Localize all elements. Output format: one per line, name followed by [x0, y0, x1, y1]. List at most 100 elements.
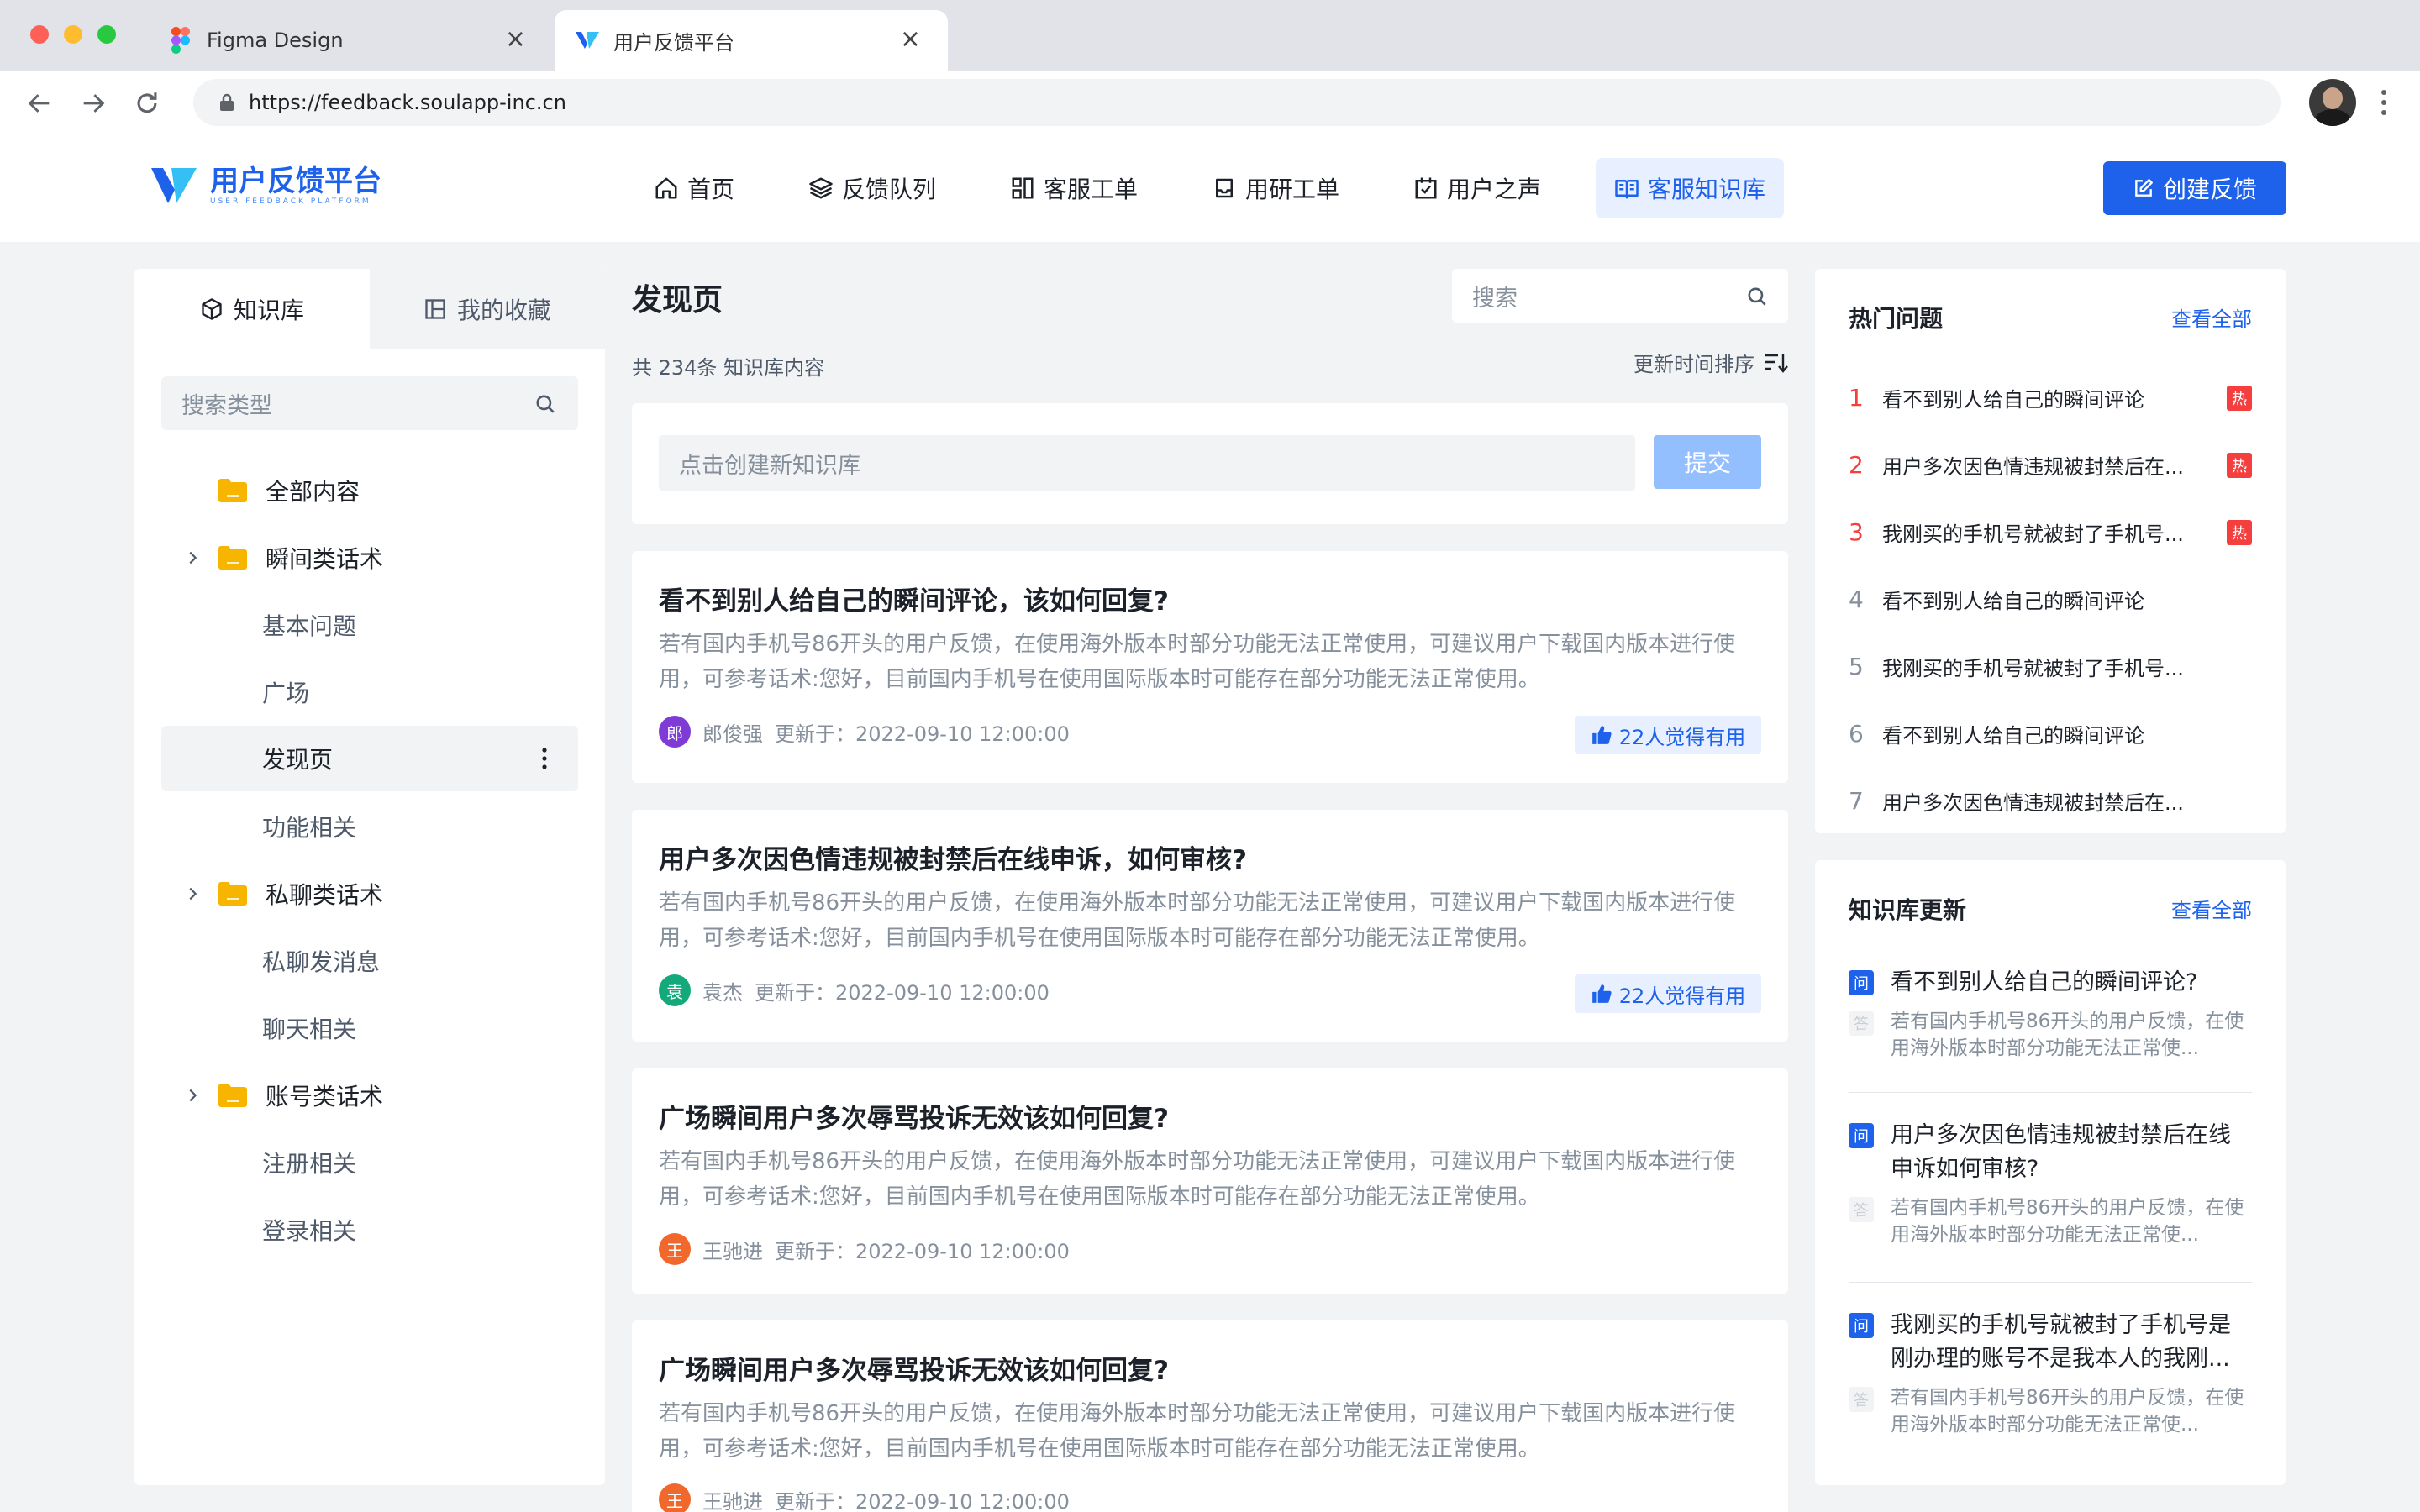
tree-item[interactable]: 注册相关	[161, 1130, 578, 1195]
folder-icon	[218, 546, 247, 570]
tab-my-favorites[interactable]: 我的收藏	[370, 269, 605, 349]
hot-item[interactable]: 6 看不到别人给自己的瞬间评论	[1849, 719, 2252, 748]
hot-item[interactable]: 7 用户多次因色情违规被封禁后在...	[1849, 786, 2252, 816]
update-item[interactable]: 问 我刚买的手机号就被封了手机号是刚办理的账号不是我本人的我刚... 答 若有国…	[1849, 1309, 2252, 1438]
submit-button[interactable]: 提交	[1654, 435, 1761, 489]
article-card[interactable]: 看不到别人给自己的瞬间评论，该如何回复? 若有国内手机号86开头的用户反馈，在使…	[632, 551, 1788, 783]
tree-item[interactable]: 广场	[161, 659, 578, 725]
reload-icon[interactable]	[133, 89, 161, 118]
tree-label: 瞬间类话术	[266, 545, 384, 573]
divider	[1849, 1282, 2252, 1283]
tab-label: Figma Design	[207, 29, 344, 52]
create-knowledge-input[interactable]: 点击创建新知识库	[659, 435, 1635, 491]
article-meta: 王 王驰进 更新于：2022-09-10 12:00:00	[659, 1233, 1070, 1265]
create-feedback-button[interactable]: 创建反馈	[2103, 161, 2286, 215]
home-icon	[655, 177, 677, 199]
url-text: https://feedback.soulapp-inc.cn	[249, 91, 566, 114]
update-item[interactable]: 问 看不到别人给自己的瞬间评论? 答 若有国内手机号86开头的用户反馈，在使用海…	[1849, 966, 2252, 1062]
hot-item[interactable]: 1 看不到别人给自己的瞬间评论 热	[1849, 383, 2252, 412]
tab-label: 知识库	[233, 297, 304, 324]
browser-menu-icon[interactable]	[2378, 87, 2390, 118]
article-excerpt: 若有国内手机号86开头的用户反馈，在使用海外版本时部分功能无法正常使用，可建议用…	[659, 1149, 1736, 1210]
answer-icon: 答	[1849, 1197, 1874, 1222]
hot-badge: 热	[2227, 452, 2252, 478]
browser-tab-figma[interactable]: Figma Design ×	[160, 10, 553, 71]
lock-icon	[220, 93, 234, 111]
nav-feedback-queue[interactable]: 反馈队列	[790, 158, 955, 218]
close-window-button[interactable]	[30, 25, 49, 44]
search-icon[interactable]	[534, 393, 556, 415]
article-title[interactable]: 用户多次因色情违规被封禁后在线申诉，如何审核?	[659, 838, 1247, 876]
article-title[interactable]: 广场瞬间用户多次辱骂投诉无效该如何回复?	[659, 1349, 1169, 1387]
back-icon[interactable]	[25, 89, 54, 118]
useful-button[interactable]: 22人觉得有用	[1575, 716, 1761, 754]
update-question: 用户多次因色情违规被封禁后在线申诉如何审核?	[1891, 1122, 2231, 1182]
view-all-link[interactable]: 查看全部	[2171, 302, 2252, 332]
nav-service-tickets[interactable]: 客服工单	[992, 158, 1156, 218]
main-search-input[interactable]: 搜索	[1452, 269, 1788, 323]
layers-icon	[809, 177, 833, 199]
maximize-window-button[interactable]	[97, 25, 116, 44]
category-search-input[interactable]: 搜索类型	[161, 376, 578, 430]
tree-item[interactable]: 聊天相关	[161, 995, 578, 1061]
figma-icon	[171, 27, 190, 54]
hot-item[interactable]: 2 用户多次因色情违规被封禁后在... 热	[1849, 450, 2252, 480]
chevron-right-icon[interactable]	[183, 885, 202, 903]
tree-item[interactable]: 功能相关	[161, 794, 578, 859]
nav-research-tickets[interactable]: 用研工单	[1193, 158, 1358, 218]
folder-icon	[218, 479, 247, 502]
hot-item[interactable]: 3 我刚买的手机号就被封了手机号... 热	[1849, 517, 2252, 547]
create-feedback-label: 创建反馈	[2162, 176, 2257, 203]
hot-item[interactable]: 4 看不到别人给自己的瞬间评论	[1849, 585, 2252, 614]
sort-icon	[1765, 353, 1788, 373]
tree-folder-moments[interactable]: 瞬间类话术	[161, 525, 578, 591]
browser-tab-feedback[interactable]: 用户反馈平台 ×	[555, 10, 948, 71]
avatar: 袁	[659, 974, 691, 1006]
profile-avatar[interactable]	[2309, 79, 2356, 126]
article-excerpt: 若有国内手机号86开头的用户反馈，在使用海外版本时部分功能无法正常使用，可建议用…	[659, 632, 1736, 692]
tree-label: 私聊发消息	[262, 948, 381, 976]
tree-item-selected[interactable]: 发现页	[161, 726, 578, 791]
article-title[interactable]: 广场瞬间用户多次辱骂投诉无效该如何回复?	[659, 1097, 1169, 1135]
tree-label: 私聊类话术	[266, 881, 384, 909]
nav-knowledge-base[interactable]: 客服知识库	[1596, 158, 1785, 218]
rank-number: 4	[1849, 585, 1864, 613]
tab-knowledge-base[interactable]: 知识库	[134, 269, 370, 349]
article-card[interactable]: 广场瞬间用户多次辱骂投诉无效该如何回复? 若有国内手机号86开头的用户反馈，在使…	[632, 1320, 1788, 1512]
author-name: 王驰进	[702, 1239, 763, 1263]
tree-folder-all[interactable]: 全部内容	[161, 458, 578, 523]
tree-item[interactable]: 私聊发消息	[161, 928, 578, 994]
app-logo[interactable]: 用户反馈平台 USER FEEDBACK PLATFORM	[150, 165, 381, 207]
tree-item[interactable]: 登录相关	[161, 1197, 578, 1263]
useful-button[interactable]: 22人觉得有用	[1575, 974, 1761, 1013]
forward-icon[interactable]	[79, 89, 108, 118]
article-title[interactable]: 看不到别人给自己的瞬间评论，该如何回复?	[659, 580, 1169, 617]
view-all-link[interactable]: 查看全部	[2171, 894, 2252, 923]
close-tab-icon[interactable]: ×	[505, 27, 526, 52]
hot-item-text: 我刚买的手机号就被封了手机号...	[1882, 657, 2184, 680]
tree-item[interactable]: 基本问题	[161, 592, 578, 658]
nav-user-voice[interactable]: 用户之声	[1395, 158, 1560, 218]
logo-title: 用户反馈平台	[210, 165, 381, 198]
divider	[1849, 1092, 2252, 1093]
chevron-right-icon[interactable]	[183, 1086, 202, 1105]
url-field[interactable]: https://feedback.soulapp-inc.cn	[193, 79, 2281, 126]
hot-questions-panel: 热门问题 查看全部 1 看不到别人给自己的瞬间评论 热 2 用户多次因色情违规被…	[1815, 269, 2286, 833]
hot-item[interactable]: 5 我刚买的手机号就被封了手机号...	[1849, 652, 2252, 681]
update-answer: 若有国内手机号86开头的用户反馈，在使用海外版本时部分功能无法正常使...	[1891, 1197, 2244, 1246]
rank-number: 2	[1849, 451, 1864, 479]
sort-label: 更新时间排序	[1634, 353, 1754, 376]
nav-home[interactable]: 首页	[635, 158, 753, 218]
sort-button[interactable]: 更新时间排序	[1634, 348, 1788, 377]
chevron-right-icon[interactable]	[183, 549, 202, 567]
article-card[interactable]: 广场瞬间用户多次辱骂投诉无效该如何回复? 若有国内手机号86开头的用户反馈，在使…	[632, 1068, 1788, 1294]
article-card[interactable]: 用户多次因色情违规被封禁后在线申诉，如何审核? 若有国内手机号86开头的用户反馈…	[632, 810, 1788, 1042]
search-icon[interactable]	[1746, 286, 1768, 307]
update-item[interactable]: 问 用户多次因色情违规被封禁后在线申诉如何审核? 答 若有国内手机号86开头的用…	[1849, 1119, 2252, 1248]
close-tab-icon[interactable]: ×	[900, 27, 921, 52]
tree-folder-private-chat[interactable]: 私聊类话术	[161, 861, 578, 927]
tree-folder-account[interactable]: 账号类话术	[161, 1063, 578, 1128]
more-vertical-icon[interactable]	[541, 748, 548, 769]
update-question: 看不到别人给自己的瞬间评论?	[1891, 969, 2198, 995]
minimize-window-button[interactable]	[64, 25, 82, 44]
